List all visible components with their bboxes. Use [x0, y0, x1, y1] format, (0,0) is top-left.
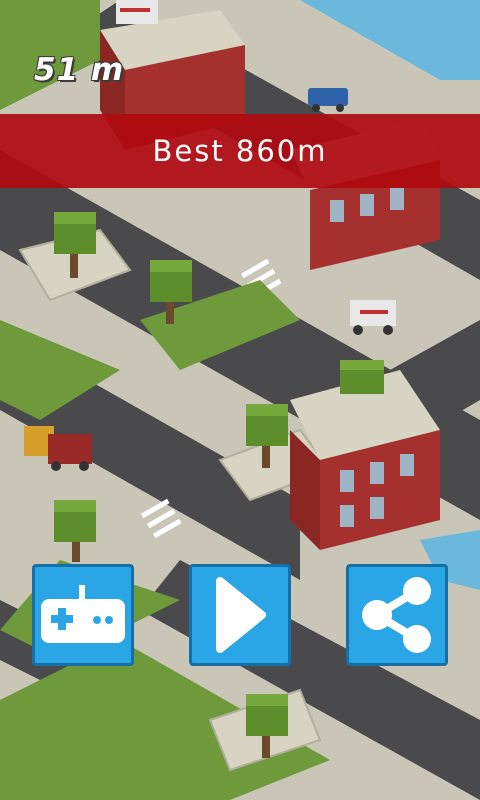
- distance-counter: 51 m: [34, 52, 125, 88]
- play-button[interactable]: [189, 564, 291, 666]
- building-bottom: [290, 370, 440, 550]
- play-icon: [216, 577, 266, 653]
- more-games-button[interactable]: [32, 564, 134, 666]
- best-score-banner: Best 860m: [0, 114, 480, 188]
- gamepad-icon: [41, 585, 125, 643]
- best-score-label: Best 860m: [152, 134, 328, 168]
- tree: [340, 360, 384, 394]
- share-button[interactable]: [346, 564, 448, 666]
- share-icon: [362, 577, 431, 653]
- van-white-top: [116, 0, 158, 24]
